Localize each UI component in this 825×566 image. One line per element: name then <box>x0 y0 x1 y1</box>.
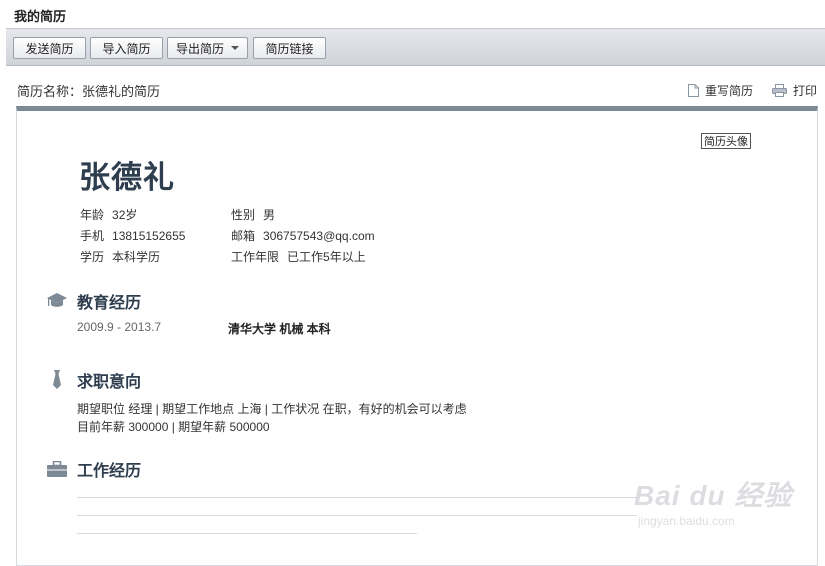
job-intent-line-1: 期望职位 经理 | 期望工作地点 上海 | 工作状况 在职，有好的机会可以考虑 <box>77 402 467 416</box>
work-placeholder-line <box>77 533 417 534</box>
age-key: 年龄 <box>80 208 105 222</box>
phone-field: 手机 13815152655 <box>80 227 185 244</box>
work-years-value: 已工作5年以上 <box>287 250 366 264</box>
resume-avatar-button[interactable]: 简历头像 <box>701 133 751 149</box>
toolbar: 发送简历 导入简历 导出简历 简历链接 <box>6 28 825 66</box>
resume-name-label: 简历名称：张德礼的简历 <box>17 84 161 99</box>
education-section-header: 教育经历 <box>46 289 141 313</box>
phone-key: 手机 <box>80 229 105 243</box>
education-date: 2009.9 - 2013.7 <box>77 320 162 334</box>
document-icon <box>688 84 699 97</box>
export-resume-dropdown[interactable]: 导出简历 <box>167 37 248 59</box>
work-experience-section-header: 工作经历 <box>46 457 141 481</box>
baidu-jingyan-watermark: Bai du 经验 jingyan.baidu.com <box>632 470 802 540</box>
page-title: 我的简历 <box>14 9 67 24</box>
education-level-field: 学历 本科学历 <box>80 248 160 265</box>
printer-icon <box>772 84 787 97</box>
job-intent-section-header: 求职意向 <box>46 368 141 392</box>
rewrite-resume-link[interactable]: 重写简历 <box>688 82 753 99</box>
age-value: 32岁 <box>112 208 138 222</box>
education-level-value: 本科学历 <box>112 250 161 264</box>
send-resume-button[interactable]: 发送简历 <box>13 37 86 59</box>
export-resume-label: 导出简历 <box>175 41 224 56</box>
dropdown-caret-icon <box>231 46 239 50</box>
email-field: 邮箱 306757543@qq.com <box>231 227 375 244</box>
education-title: 教育经历 <box>77 295 142 312</box>
work-placeholder-line <box>77 497 637 498</box>
age-field: 年龄 32岁 <box>80 206 137 223</box>
graduation-cap-icon <box>46 291 68 311</box>
phone-value: 13815152655 <box>112 229 186 243</box>
import-resume-button[interactable]: 导入简历 <box>90 37 163 59</box>
resume-link-button[interactable]: 简历链接 <box>253 37 326 59</box>
print-link[interactable]: 打印 <box>772 82 817 99</box>
tie-icon <box>46 370 68 390</box>
work-placeholder-line <box>77 515 637 516</box>
gender-key: 性别 <box>231 208 256 222</box>
education-level-key: 学历 <box>80 250 105 264</box>
email-key: 邮箱 <box>231 229 256 243</box>
print-label: 打印 <box>793 84 818 98</box>
work-experience-title: 工作经历 <box>77 463 142 480</box>
education-detail: 清华大学 机械 本科 <box>228 322 331 336</box>
briefcase-icon <box>46 459 68 479</box>
rewrite-resume-label: 重写简历 <box>705 84 754 98</box>
gender-field: 性别男 <box>231 206 275 223</box>
work-years-field: 工作年限 已工作5年以上 <box>231 248 366 265</box>
watermark-logo: Bai du 经验 <box>634 480 793 511</box>
job-intent-line-2: 目前年薪 300000 | 期望年薪 500000 <box>77 420 270 434</box>
gender-value: 男 <box>263 208 276 222</box>
job-intent-title: 求职意向 <box>77 374 142 391</box>
watermark-url: jingyan.baidu.com <box>638 514 735 528</box>
email-value: 306757543@qq.com <box>263 229 375 243</box>
work-years-key: 工作年限 <box>231 250 280 264</box>
person-name: 张德礼 <box>79 160 175 195</box>
